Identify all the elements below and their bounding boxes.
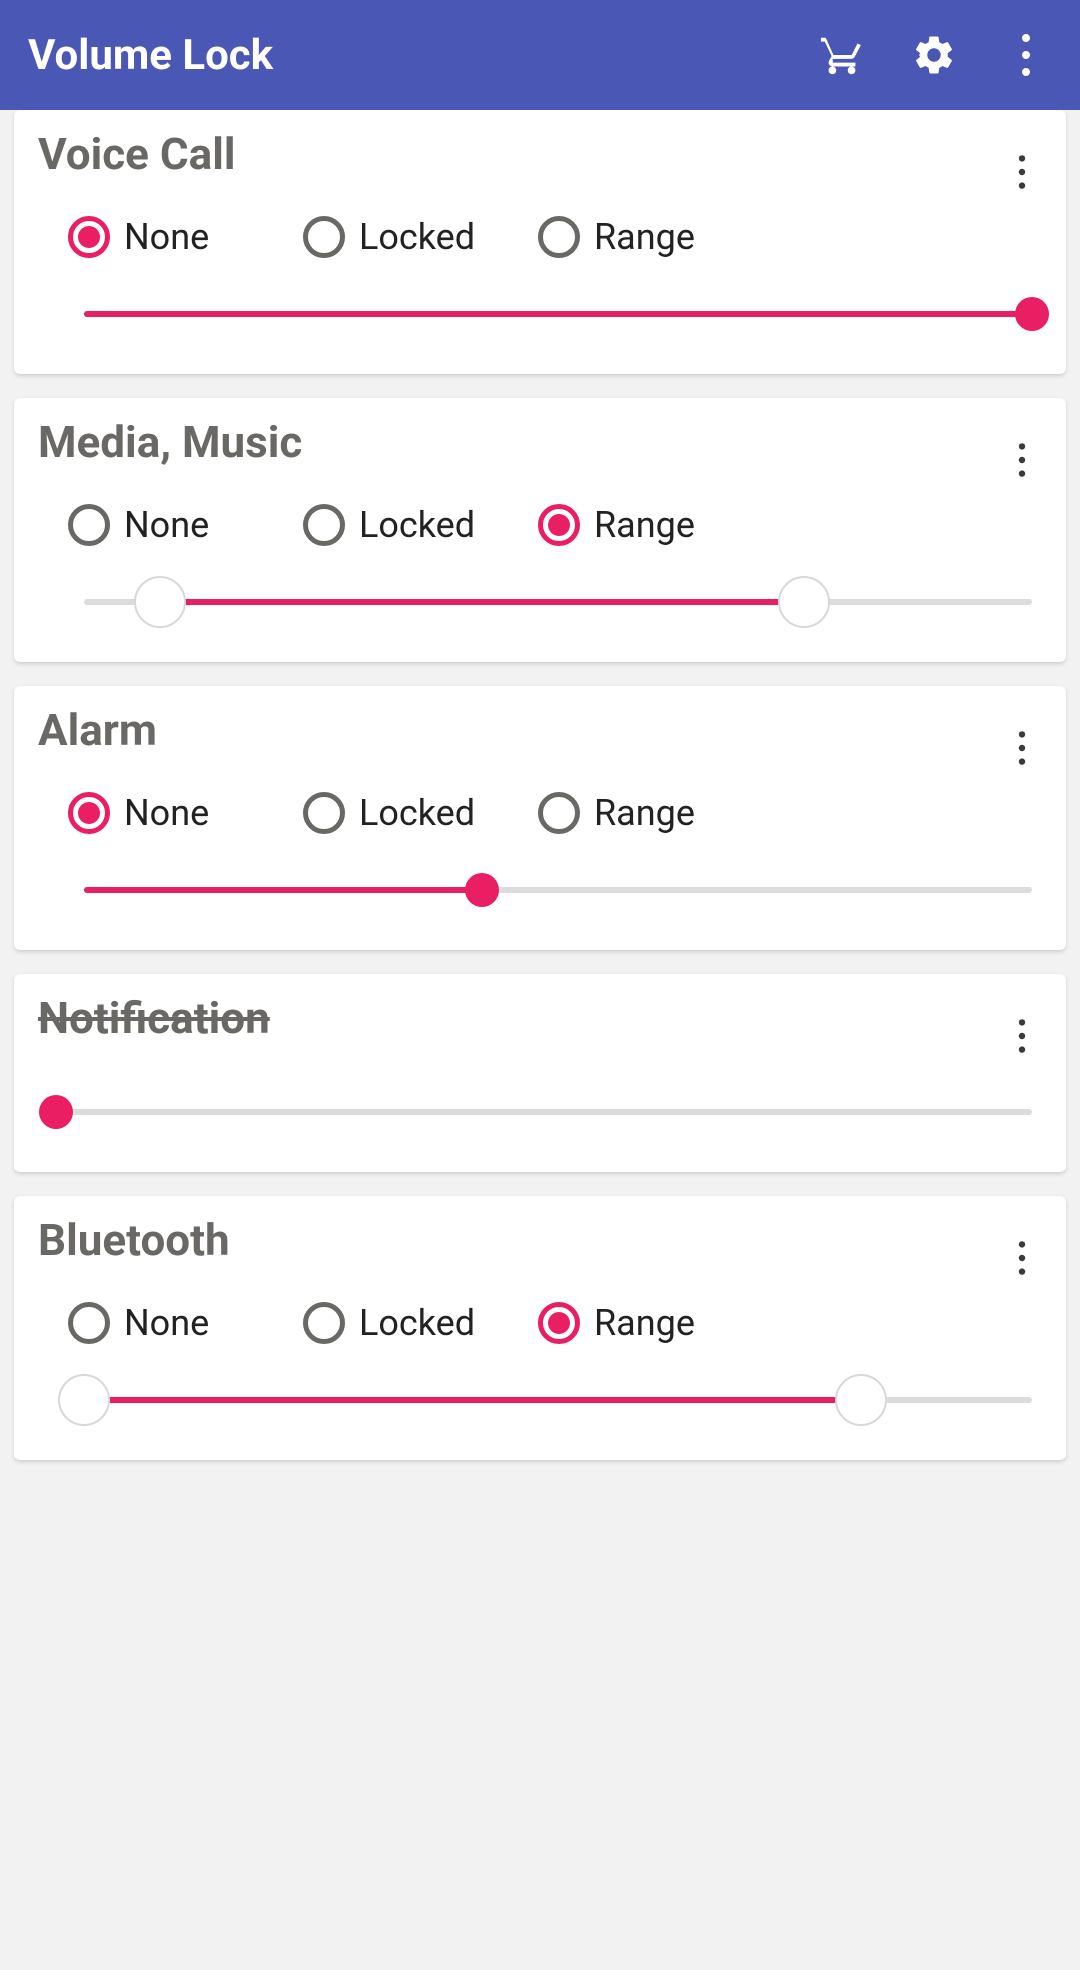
card-title: Notification (38, 992, 1002, 1044)
radio-label: Range (594, 792, 695, 834)
radio-label: None (124, 792, 209, 834)
volume-card: Voice Call None Locked Range (14, 110, 1066, 374)
volume-card: Media, Music None Locked Range (14, 398, 1066, 662)
radio-option-none[interactable]: None (68, 504, 303, 546)
slider-thumb-low[interactable] (134, 576, 186, 628)
range-slider[interactable] (84, 1380, 1032, 1420)
slider-thumb-high[interactable] (778, 576, 830, 628)
radio-option-none[interactable]: None (68, 792, 303, 834)
card-title: Media, Music (38, 416, 1002, 468)
slider-thumb-low[interactable] (58, 1374, 110, 1426)
cart-icon[interactable] (816, 29, 868, 81)
slider-fill (84, 311, 1032, 317)
radio-icon (303, 504, 345, 546)
app-bar: Volume Lock (0, 0, 1080, 110)
slider-fill (160, 599, 805, 605)
volume-card: Bluetooth None Locked Range (14, 1196, 1066, 1460)
radio-icon (303, 1302, 345, 1344)
radio-option-range[interactable]: Range (538, 1302, 773, 1344)
radio-option-range[interactable]: Range (538, 504, 773, 546)
radio-row: None Locked Range (38, 1302, 1042, 1344)
card-title: Bluetooth (38, 1214, 1002, 1266)
radio-label: Locked (359, 1302, 475, 1344)
radio-option-locked[interactable]: Locked (303, 504, 538, 546)
volume-card: Notification (14, 974, 1066, 1172)
slider-thumb[interactable] (1015, 297, 1049, 331)
radio-label: Locked (359, 216, 475, 258)
radio-icon (68, 1302, 110, 1344)
radio-label: Locked (359, 792, 475, 834)
slider-fill (84, 887, 482, 893)
slider-thumb[interactable] (465, 873, 499, 907)
card-overflow-icon[interactable] (1002, 718, 1042, 778)
slider-thumb-high[interactable] (835, 1374, 887, 1426)
radio-icon (68, 216, 110, 258)
radio-label: Range (594, 1302, 695, 1344)
radio-icon (538, 792, 580, 834)
radio-option-range[interactable]: Range (538, 216, 773, 258)
radio-icon (538, 216, 580, 258)
radio-icon (303, 216, 345, 258)
radio-label: None (124, 216, 209, 258)
radio-label: Locked (359, 504, 475, 546)
radio-icon (538, 504, 580, 546)
radio-option-locked[interactable]: Locked (303, 1302, 538, 1344)
radio-label: Range (594, 504, 695, 546)
radio-option-range[interactable]: Range (538, 792, 773, 834)
card-title: Voice Call (38, 128, 1002, 180)
volume-slider[interactable] (84, 870, 1032, 910)
radio-icon (303, 792, 345, 834)
settings-icon[interactable] (908, 29, 960, 81)
radio-option-none[interactable]: None (68, 1302, 303, 1344)
card-overflow-icon[interactable] (1002, 1006, 1042, 1066)
range-slider[interactable] (84, 582, 1032, 622)
volume-slider[interactable] (56, 1092, 1032, 1132)
radio-option-none[interactable]: None (68, 216, 303, 258)
slider-fill (84, 1397, 861, 1403)
radio-label: Range (594, 216, 695, 258)
volume-slider[interactable] (84, 294, 1032, 334)
radio-option-locked[interactable]: Locked (303, 792, 538, 834)
overflow-menu-icon[interactable] (1000, 29, 1052, 81)
radio-row: None Locked Range (38, 792, 1042, 834)
volume-card: Alarm None Locked Range (14, 686, 1066, 950)
radio-row: None Locked Range (38, 216, 1042, 258)
slider-thumb[interactable] (39, 1095, 73, 1129)
radio-icon (68, 792, 110, 834)
card-overflow-icon[interactable] (1002, 142, 1042, 202)
slider-track (56, 1109, 1032, 1115)
radio-option-locked[interactable]: Locked (303, 216, 538, 258)
radio-icon (68, 504, 110, 546)
app-title: Volume Lock (28, 31, 776, 80)
card-overflow-icon[interactable] (1002, 1228, 1042, 1288)
radio-icon (538, 1302, 580, 1344)
card-overflow-icon[interactable] (1002, 430, 1042, 490)
card-title: Alarm (38, 704, 1002, 756)
radio-row: None Locked Range (38, 504, 1042, 546)
radio-label: None (124, 504, 209, 546)
radio-label: None (124, 1302, 209, 1344)
